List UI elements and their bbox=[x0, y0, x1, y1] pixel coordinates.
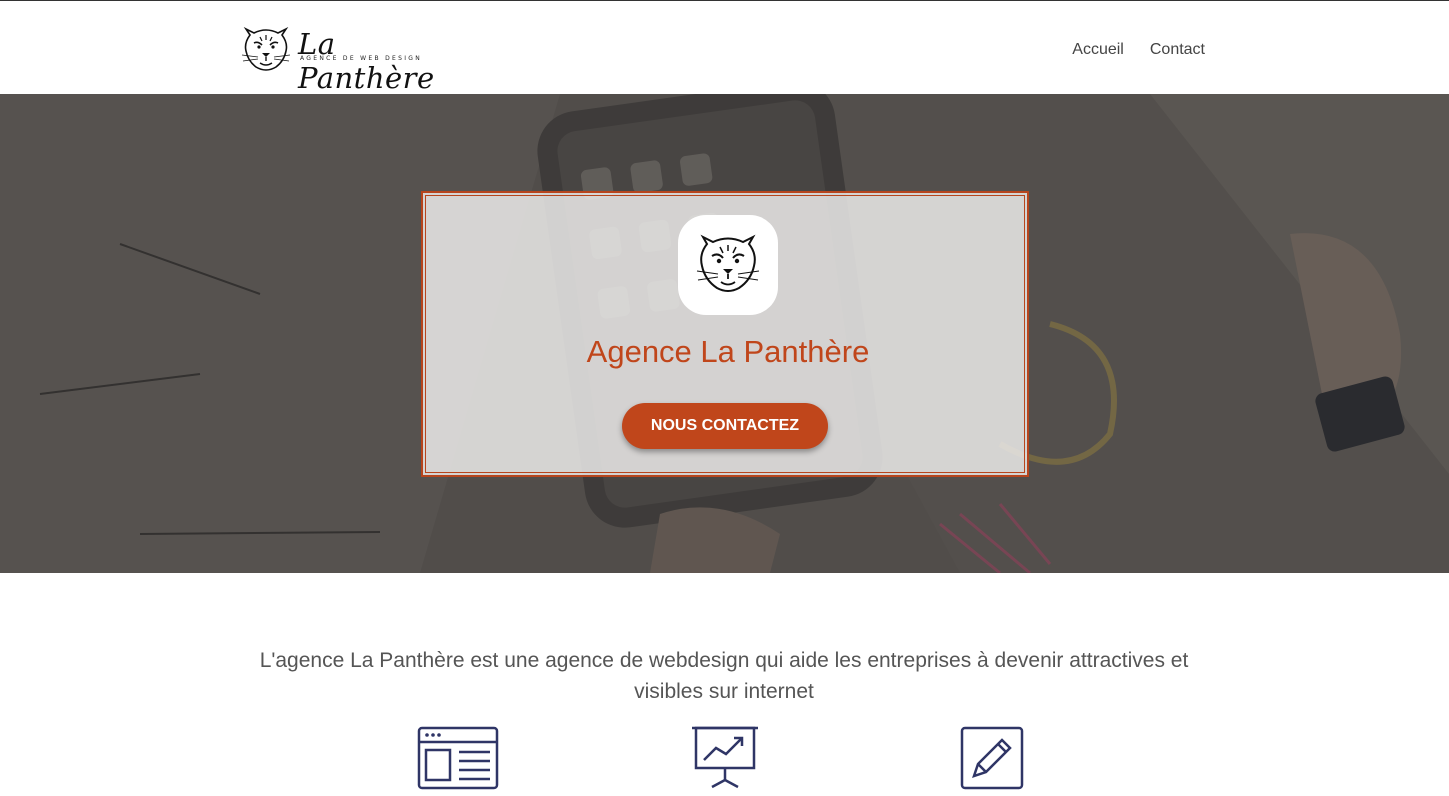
hero-banner: Agence La Panthère NOUS CONTACTEZ bbox=[0, 94, 1449, 573]
nav-item-accueil[interactable]: Accueil bbox=[1072, 41, 1124, 59]
feature-presentation bbox=[690, 724, 760, 790]
presentation-chart-icon bbox=[692, 726, 758, 789]
hero-card-inner-border: Agence La Panthère NOUS CONTACTEZ bbox=[425, 195, 1025, 473]
brand-logo[interactable]: La Panthère AGENCE DE WEB DESIGN bbox=[240, 27, 470, 95]
brand-subtitle: AGENCE DE WEB DESIGN bbox=[300, 55, 423, 62]
hero-card: Agence La Panthère NOUS CONTACTEZ bbox=[421, 191, 1029, 477]
web-layout-icon bbox=[417, 726, 499, 790]
main-nav: Accueil Contact bbox=[1072, 41, 1205, 59]
site-header: La Panthère AGENCE DE WEB DESIGN Accueil… bbox=[0, 1, 1449, 95]
panther-head-icon bbox=[696, 234, 760, 292]
nav-item-contact[interactable]: Contact bbox=[1150, 41, 1205, 59]
contact-cta-button[interactable]: NOUS CONTACTEZ bbox=[622, 403, 828, 449]
hero-logo-badge bbox=[678, 215, 778, 315]
features-row bbox=[0, 724, 1449, 796]
feature-web-layout bbox=[417, 726, 499, 790]
panther-head-icon bbox=[241, 27, 291, 71]
hero-title: Agence La Panthère bbox=[586, 334, 870, 369]
intro-text: L'agence La Panthère est une agence de w… bbox=[259, 649, 1189, 703]
edit-pencil-icon bbox=[960, 726, 1024, 790]
feature-edit bbox=[960, 726, 1024, 790]
